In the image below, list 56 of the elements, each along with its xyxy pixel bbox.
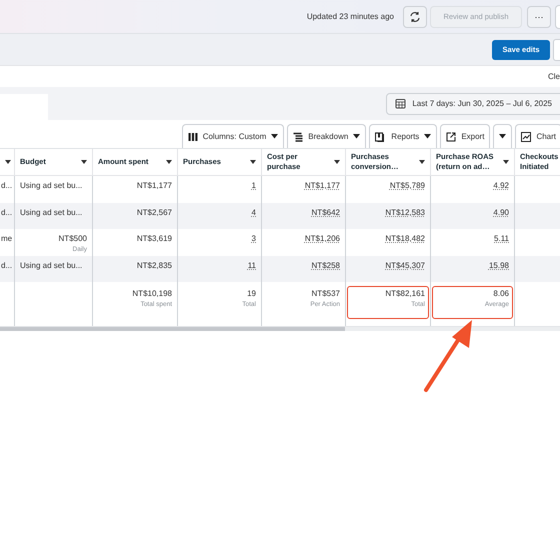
- chart-button[interactable]: Chart: [515, 124, 560, 148]
- table-cell: NT$2,567: [136, 208, 172, 216]
- metric-link[interactable]: NT$12,583: [385, 208, 425, 216]
- scrollbar[interactable]: [0, 327, 560, 331]
- table-cell: d...: [1, 260, 12, 270]
- table-cell: NT$3,619: [136, 234, 172, 243]
- table-cell: NT$500: [58, 234, 87, 243]
- metric-link[interactable]: NT$5,789: [390, 181, 425, 190]
- export-icon: [446, 132, 456, 142]
- date-range-button[interactable]: Last 7 days: Jun 30, 2025 – Jul 6, 2025: [386, 92, 560, 114]
- table-cell: NT$1,177: [136, 181, 172, 190]
- metric-link[interactable]: NT$642: [312, 208, 340, 216]
- total-value: 19: [247, 289, 256, 298]
- table-cell: me: [1, 234, 12, 243]
- total-value: NT$537: [312, 289, 340, 298]
- metric-link[interactable]: 1: [252, 181, 256, 190]
- export-button[interactable]: Export: [440, 124, 490, 148]
- cut-off-button[interactable]: [555, 4, 560, 28]
- columns-button[interactable]: Columns: Custom: [182, 124, 284, 148]
- metric-link[interactable]: NT$1,206: [304, 234, 340, 243]
- metric-link[interactable]: 3: [252, 234, 256, 243]
- metric-link[interactable]: NT$18,482: [385, 234, 425, 243]
- refresh-button[interactable]: [403, 6, 427, 28]
- metric-link[interactable]: 5.11: [494, 234, 509, 243]
- metric-link[interactable]: 4.92: [493, 181, 509, 190]
- refresh-icon: [409, 10, 421, 22]
- metric-link[interactable]: NT$1,177: [304, 181, 340, 190]
- cut-off-button[interactable]: [553, 38, 560, 60]
- columns-icon: [188, 132, 198, 142]
- more-button[interactable]: ···: [527, 6, 551, 28]
- calendar-icon: [395, 98, 406, 109]
- table-cell: NT$2,835: [136, 260, 172, 270]
- table-cell: Using ad set bu...: [20, 208, 82, 216]
- breakdown-button[interactable]: Breakdown: [287, 124, 366, 148]
- clear-link[interactable]: Cle: [548, 72, 560, 81]
- table-cell: d...: [1, 181, 12, 190]
- reports-button[interactable]: Reports: [369, 124, 438, 148]
- total-value: NT$10,198: [132, 289, 172, 298]
- breakdown-icon: [293, 132, 304, 142]
- metric-link[interactable]: 4: [252, 208, 256, 216]
- dropdown-button[interactable]: [493, 124, 512, 148]
- table-cell: d...: [1, 208, 12, 216]
- column-header-edge[interactable]: [0, 149, 15, 176]
- metric-link[interactable]: NT$258: [312, 260, 340, 270]
- total-value: 8.06: [493, 289, 509, 298]
- metric-link[interactable]: NT$45,307: [385, 260, 425, 270]
- updated-status: Updated 23 minutes ago: [306, 12, 394, 21]
- chart-icon: [521, 132, 532, 142]
- metric-link[interactable]: 4.90: [493, 208, 509, 216]
- total-value: NT$82,161: [385, 289, 425, 298]
- metric-link[interactable]: 11: [248, 260, 256, 270]
- scrollbar-thumb[interactable]: [0, 327, 345, 331]
- metric-link[interactable]: 15.98: [488, 260, 509, 270]
- table-cell: Using ad set bu...: [20, 260, 82, 270]
- reports-icon: [375, 132, 386, 142]
- table-cell: Using ad set bu...: [20, 181, 82, 190]
